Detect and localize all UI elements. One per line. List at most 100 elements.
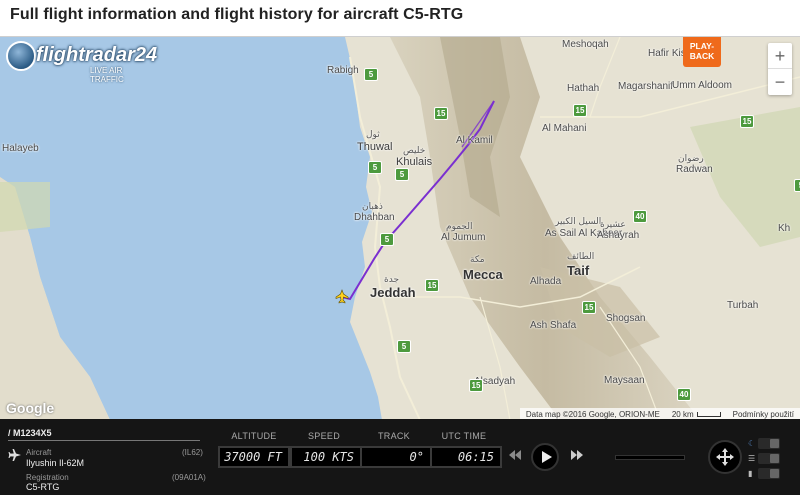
place-turbah: Turbah	[727, 300, 759, 311]
page-title: Full flight information and flight histo…	[10, 6, 464, 23]
globe-icon	[6, 41, 36, 71]
place-mecca-ar: مكة	[470, 255, 485, 265]
route-badge: 5	[364, 68, 378, 81]
place-jeddah: Jeddah	[370, 285, 416, 300]
rewind-button[interactable]	[509, 450, 521, 463]
place-taif-ar: الطائف	[567, 252, 595, 262]
registration-code: (09A01A)	[172, 473, 206, 482]
scale-indicator: 20 km	[666, 410, 727, 419]
altitude-label: ALTITUDE	[231, 431, 277, 441]
place-meshoqah: Meshoqah	[562, 39, 609, 50]
registration-label: Registration	[26, 473, 69, 482]
fast-forward-button[interactable]	[571, 450, 583, 463]
place-alhada: Alhada	[530, 276, 562, 287]
speed-value: 100 KTS	[290, 446, 362, 468]
place-al-jumum-ar: الجموم	[446, 222, 473, 232]
utc-time-value: 06:15	[430, 446, 502, 468]
place-as-sail-ar: السيل الكبير	[555, 217, 602, 227]
night-mode-toggle[interactable]	[758, 438, 780, 449]
logo-name: flightradar24	[36, 44, 158, 66]
toggle-knob	[770, 439, 779, 448]
place-mecca: Mecca	[463, 267, 503, 282]
place-rabigh: Rabigh	[327, 65, 359, 76]
place-khulais: Khulais	[396, 156, 433, 168]
route-badge: 15	[425, 279, 439, 292]
place-ashayrah: Ashayrah	[597, 230, 640, 241]
zoom-control: + −	[768, 43, 792, 95]
logo-tagline: LIVE AIR TRAFFIC	[90, 66, 124, 84]
chart-icon: ▮	[748, 469, 753, 478]
place-al-jumum: Al Jumum	[441, 232, 486, 243]
place-ash-shafa: Ash Shafa	[530, 320, 577, 331]
place-al-kamil: Al Kamil	[456, 135, 493, 146]
aircraft-code: (IL62)	[182, 448, 203, 457]
play-button[interactable]	[531, 443, 559, 471]
toggle-knob	[770, 469, 779, 478]
route-badge: 15	[469, 379, 483, 392]
rewind-icon	[509, 450, 521, 460]
fast-forward-icon	[571, 450, 583, 460]
playback-speed-slider[interactable]	[615, 455, 685, 460]
divider	[8, 440, 200, 441]
settings-sliders-icon: ☰	[748, 454, 756, 463]
place-umm-aldoom: Umm Aldoom	[672, 80, 733, 91]
utc-time-label: UTC TIME	[441, 431, 487, 441]
route-badge: 40	[677, 388, 691, 401]
route-badge: 5	[380, 233, 394, 246]
place-thuwal: Thuwal	[357, 141, 393, 153]
place-kh: Kh	[778, 223, 791, 234]
place-ashayrah-ar: عشيرة	[600, 220, 626, 230]
place-dhahban-ar: ذهبان	[362, 202, 383, 212]
place-thuwal-ar: ثول	[366, 130, 380, 140]
place-hathah: Hathah	[567, 83, 600, 94]
flightradar24-logo[interactable]: flightradar24 LIVE AIR TRAFFIC	[6, 41, 158, 84]
map-view[interactable]: Rabigh ثول Thuwal خليص Khulais ذهبان Dha…	[0, 36, 800, 419]
route-badge: 5	[397, 340, 411, 353]
route-badge: 5	[368, 161, 382, 174]
aircraft-type: Ilyushin Il-62M	[26, 458, 85, 468]
place-shogsan: Shogsan	[606, 313, 646, 324]
place-magarshanif: Magarshanif	[618, 81, 674, 92]
terms-link[interactable]: Podmínky použití	[727, 410, 800, 419]
route-badge: 40	[633, 210, 647, 223]
flight-callsign: / M1234X5	[8, 428, 52, 438]
scale-bar	[696, 411, 721, 417]
attribution-text: Data map ©2016 Google, ORION-ME	[525, 409, 660, 419]
playback-button[interactable]: PLAY-BACK	[683, 37, 721, 67]
night-mode-icon: ☾	[748, 439, 756, 448]
track-value: 0°	[360, 446, 432, 468]
track-label: TRACK	[377, 431, 410, 441]
route-badge: 5	[395, 168, 409, 181]
route-badge: 15	[582, 301, 596, 314]
pan-control[interactable]	[708, 440, 742, 474]
settings-toggle[interactable]	[758, 453, 780, 464]
google-logo[interactable]: Google	[6, 400, 54, 416]
aircraft-label: Aircraft	[26, 448, 52, 457]
zoom-out-button[interactable]: −	[768, 69, 792, 95]
registration-value: C5-RTG	[26, 482, 60, 492]
route-badge: 15	[434, 107, 448, 120]
map-attribution: Data map ©2016 Google, ORION-ME 20 km Po…	[519, 408, 800, 419]
route-badge: 15	[740, 115, 754, 128]
airplane-icon	[8, 449, 21, 461]
place-taif: Taif	[567, 263, 590, 278]
place-dhahban: Dhahban	[354, 212, 395, 223]
route-badge: 15	[573, 104, 587, 117]
map-terrain	[0, 37, 800, 419]
zoom-in-button[interactable]: +	[768, 43, 792, 69]
place-maysaan: Maysaan	[604, 375, 645, 386]
place-al-mahani: Al Mahani	[542, 123, 587, 134]
flight-info-panel: / M1234X5 Aircraft (IL62) Ilyushin Il-62…	[0, 419, 800, 495]
toggle-knob	[770, 454, 779, 463]
scale-label: 20 km	[671, 409, 694, 419]
place-jeddah-ar: جدة	[384, 275, 400, 285]
move-arrows-icon	[716, 448, 734, 466]
place-radwan-ar: رضوان	[678, 154, 704, 164]
place-khulais-ar: خليص	[403, 146, 426, 156]
place-radwan: Radwan	[676, 164, 713, 175]
place-halayeb: Halayeb	[2, 143, 39, 154]
route-badge: 5	[794, 179, 800, 192]
stats-toggle[interactable]	[758, 468, 780, 479]
speed-label: SPEED	[307, 431, 340, 441]
altitude-value: 37000 FT	[218, 446, 290, 468]
